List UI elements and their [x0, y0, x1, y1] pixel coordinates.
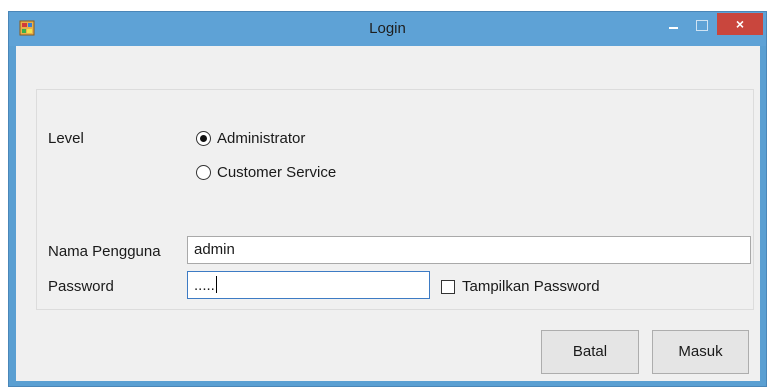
text-caret [215, 276, 217, 293]
username-field[interactable]: admin [187, 236, 751, 264]
radio-customer-service[interactable] [196, 165, 211, 180]
username-value: admin [194, 241, 235, 258]
password-value: ..... [194, 277, 215, 294]
minimize-icon[interactable] [661, 14, 687, 36]
form-client-area: Level Administrator Customer Service Nam… [16, 46, 760, 381]
level-label: Level [48, 130, 84, 147]
window-title: Login [369, 20, 406, 37]
login-window: Login × Level Administrator Customer Ser… [8, 11, 767, 387]
title-bar[interactable]: Login × [9, 12, 766, 46]
show-password-checkbox[interactable] [441, 280, 455, 294]
radio-administrator-label[interactable]: Administrator [217, 130, 305, 147]
show-password-label[interactable]: Tampilkan Password [462, 278, 600, 295]
close-icon[interactable]: × [717, 13, 763, 35]
radio-administrator[interactable] [196, 131, 211, 146]
password-field[interactable]: ..... [187, 271, 430, 299]
login-button[interactable]: Masuk [652, 330, 749, 374]
radio-customer-service-label[interactable]: Customer Service [217, 164, 336, 181]
password-label: Password [48, 278, 114, 295]
cancel-button[interactable]: Batal [541, 330, 639, 374]
maximize-icon[interactable] [689, 14, 715, 36]
username-label: Nama Pengguna [48, 243, 161, 260]
